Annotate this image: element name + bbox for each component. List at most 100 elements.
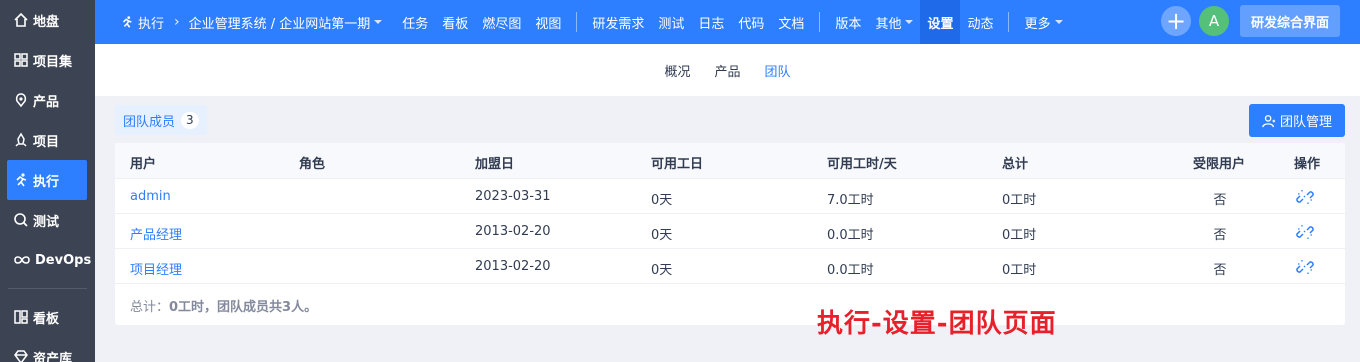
team-members-label: 团队成员: [123, 114, 176, 130]
user-link[interactable]: admin: [130, 189, 171, 204]
user-link[interactable]: 项目经理: [130, 259, 182, 278]
home-icon: [12, 11, 30, 29]
nav-code[interactable]: 代码: [731, 0, 771, 44]
sidebar-item-label: 执行: [33, 174, 60, 190]
sidebar-item-test[interactable]: 测试: [0, 200, 95, 240]
nav-more-label: 更多: [1024, 16, 1051, 32]
chevron-down-icon: [374, 20, 383, 24]
test-icon: [12, 211, 30, 229]
nav-other-label: 其他: [875, 16, 902, 32]
table-row: 产品经理 2013-02-20 0天 0.0工时 0工时 否: [115, 214, 1345, 249]
create-plus-button[interactable]: +: [1161, 6, 1191, 36]
subnav-product[interactable]: 产品: [714, 61, 740, 80]
nav-burndown[interactable]: 燃尽图: [475, 0, 528, 44]
col-total[interactable]: 总计: [1002, 153, 1028, 172]
unlink-icon[interactable]: [1295, 222, 1315, 242]
nav-doc[interactable]: 文档: [771, 0, 811, 44]
user-link[interactable]: 产品经理: [130, 224, 182, 243]
chevron-right-icon: ›: [174, 14, 180, 30]
col-join-date[interactable]: 加盟日: [475, 153, 514, 172]
nav-other[interactable]: 其他: [868, 0, 920, 44]
total-cell: 0工时: [1002, 193, 1037, 208]
sidebar-item-kanban[interactable]: 看板: [0, 297, 95, 337]
nav-log[interactable]: 日志: [691, 0, 731, 44]
subnav-overview[interactable]: 概况: [664, 61, 690, 80]
col-days[interactable]: 可用工日: [651, 153, 703, 172]
days-cell: 0天: [651, 263, 673, 278]
project-icon: [12, 131, 30, 149]
sidebar-item-label: 产品: [33, 94, 60, 110]
execution-label: 执行: [138, 16, 165, 32]
sidebar-divider: [8, 288, 87, 289]
avatar[interactable]: A: [1199, 6, 1229, 36]
total-cell: 0工时: [1002, 263, 1037, 278]
unlink-icon[interactable]: [1295, 257, 1315, 277]
member-count-badge: 3: [181, 111, 199, 129]
sidebar-item-label: 测试: [33, 214, 60, 230]
sidebar-item-execution[interactable]: 执行: [7, 160, 87, 200]
sidebar-item-project[interactable]: 项目: [0, 120, 95, 160]
nav-activity[interactable]: 动态: [960, 0, 1000, 44]
sidebar-item-label: 项目集: [33, 54, 73, 70]
product-icon: [12, 91, 30, 109]
table-summary: 总计：0工时，团队成员共3人。: [130, 296, 317, 315]
table-row: admin 2023-03-31 0天 7.0工时 0工时 否: [115, 179, 1345, 214]
join-date-cell: 2013-02-20: [475, 259, 551, 274]
team-members-tab[interactable]: 团队成员 3: [115, 105, 207, 135]
sidebar-item-assets[interactable]: 资产库: [0, 337, 95, 362]
sidebar-item-label: 资产库: [33, 351, 73, 362]
sub-navbar: 概况 产品 团队: [95, 44, 1360, 96]
table-row: 项目经理 2013-02-20 0天 0.0工时 0工时 否: [115, 249, 1345, 284]
join-date-cell: 2023-03-31: [475, 189, 551, 204]
unlink-icon[interactable]: [1295, 187, 1315, 207]
nav-view[interactable]: 视图: [528, 0, 568, 44]
nav-story[interactable]: 研发需求: [585, 0, 651, 44]
team-manage-label: 团队管理: [1279, 115, 1332, 130]
nav-divider: [1008, 12, 1010, 32]
hours-cell: 0.0工时: [827, 263, 874, 278]
subnav-team[interactable]: 团队: [765, 61, 791, 80]
sidebar-item-dashboard[interactable]: 地盘: [0, 0, 95, 40]
join-date-cell: 2013-02-20: [475, 224, 551, 239]
col-role[interactable]: 角色: [299, 153, 325, 172]
page-caption: 执行-设置-团队页面: [817, 309, 1057, 339]
sidebar-item-devops[interactable]: DevOps: [0, 240, 95, 280]
chevron-down-icon: [905, 20, 914, 24]
sidebar-item-programs[interactable]: 项目集: [0, 40, 95, 80]
nav-divider: [819, 12, 821, 32]
nav-build[interactable]: 版本: [828, 0, 868, 44]
nav-kanban[interactable]: 看板: [435, 0, 475, 44]
top-navbar: 执行 › 企业管理系统 / 企业网站第一期 任务 看板 燃尽图 视图 研发需求 …: [95, 0, 1360, 44]
sidebar-item-label: 地盘: [33, 14, 60, 30]
col-actions: 操作: [1294, 157, 1321, 172]
total-cell: 0工时: [1002, 228, 1037, 243]
sidebar-item-label: 看板: [33, 311, 60, 327]
limited-cell: 否: [1213, 193, 1227, 208]
col-limited[interactable]: 受限用户: [1193, 153, 1245, 172]
team-manage-button[interactable]: 团队管理: [1249, 104, 1345, 137]
infinity-icon: [12, 251, 32, 269]
limited-cell: 否: [1213, 228, 1227, 243]
execution-switcher[interactable]: 执行 ›: [95, 0, 187, 44]
col-hours-per-day[interactable]: 可用工时/天: [827, 153, 897, 172]
col-user[interactable]: 用户: [130, 153, 156, 172]
nav-test[interactable]: 测试: [651, 0, 691, 44]
sidebar-item-label: DevOps: [35, 252, 92, 268]
user-icon: [1262, 114, 1276, 128]
rd-integrated-button[interactable]: 研发综合界面: [1240, 5, 1340, 37]
limited-cell: 否: [1213, 263, 1227, 278]
run-icon: [12, 171, 30, 189]
days-cell: 0天: [651, 228, 673, 243]
nav-more[interactable]: 更多: [1017, 0, 1069, 44]
sidebar: 地盘 项目集 产品 项目 执行 测试 DevOps 看板 资产库: [0, 0, 95, 362]
run-icon: [120, 15, 134, 29]
hours-cell: 7.0工时: [827, 193, 874, 208]
breadcrumb-project-label: 企业管理系统 / 企业网站第一期: [188, 16, 371, 32]
nav-task[interactable]: 任务: [395, 0, 435, 44]
days-cell: 0天: [651, 193, 673, 208]
summary-prefix: 总计：: [130, 300, 170, 315]
nav-settings[interactable]: 设置: [920, 0, 961, 44]
table-header: 用户 角色 加盟日 可用工日 可用工时/天 总计 受限用户 操作: [115, 143, 1345, 179]
project-breadcrumb[interactable]: 企业管理系统 / 企业网站第一期: [187, 0, 390, 44]
sidebar-item-product[interactable]: 产品: [0, 80, 95, 120]
